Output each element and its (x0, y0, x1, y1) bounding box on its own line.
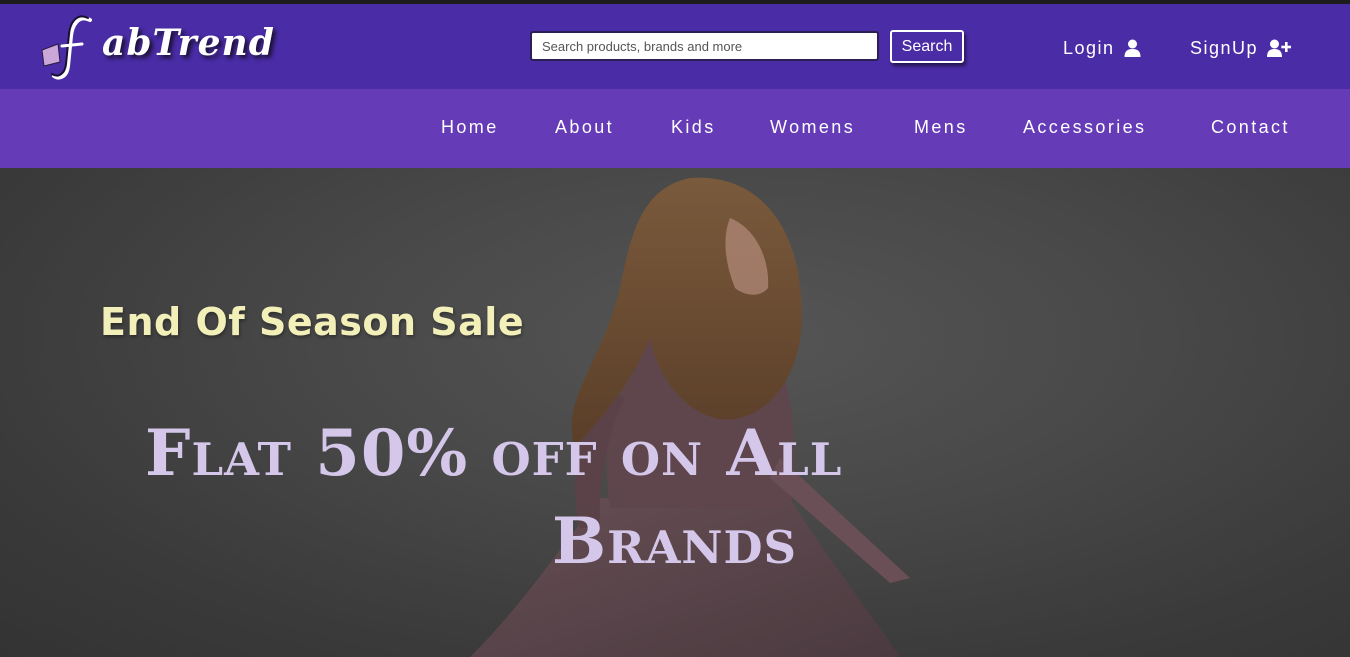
nav-item-contact[interactable]: Contact (1211, 117, 1290, 138)
signup-label: SignUp (1190, 37, 1259, 58)
site-header: abTrend Search Login SignUp (0, 4, 1350, 89)
main-navigation: Home About Kids Womens Mens Accessories … (0, 89, 1350, 168)
nav-item-home[interactable]: Home (441, 117, 499, 138)
search-button[interactable]: Search (890, 30, 964, 63)
nav-item-womens[interactable]: Womens (770, 117, 855, 138)
user-icon (1124, 39, 1141, 57)
hero-model-image (470, 177, 910, 657)
search-input[interactable] (530, 31, 879, 61)
nav-item-mens[interactable]: Mens (914, 117, 968, 138)
brand-logo[interactable]: abTrend (38, 10, 278, 86)
nav-item-accessories[interactable]: Accessories (1023, 117, 1146, 138)
offer-headline-line-1: Flat 50% off on All (145, 416, 843, 491)
nav-item-kids[interactable]: Kids (671, 117, 716, 138)
signup-link[interactable]: SignUp (1190, 34, 1292, 62)
user-plus-icon (1267, 39, 1292, 57)
offer-headline-line-2: Brands (552, 504, 798, 579)
login-link[interactable]: Login (1063, 34, 1141, 62)
login-label: Login (1063, 37, 1115, 58)
nav-item-about[interactable]: About (555, 117, 614, 138)
logo-mark-icon (41, 15, 92, 80)
hero-banner[interactable]: End Of Season Sale Flat 50% off on All B… (0, 168, 1350, 657)
sale-title: End Of Season Sale (100, 300, 525, 344)
brand-name: abTrend (102, 22, 275, 64)
